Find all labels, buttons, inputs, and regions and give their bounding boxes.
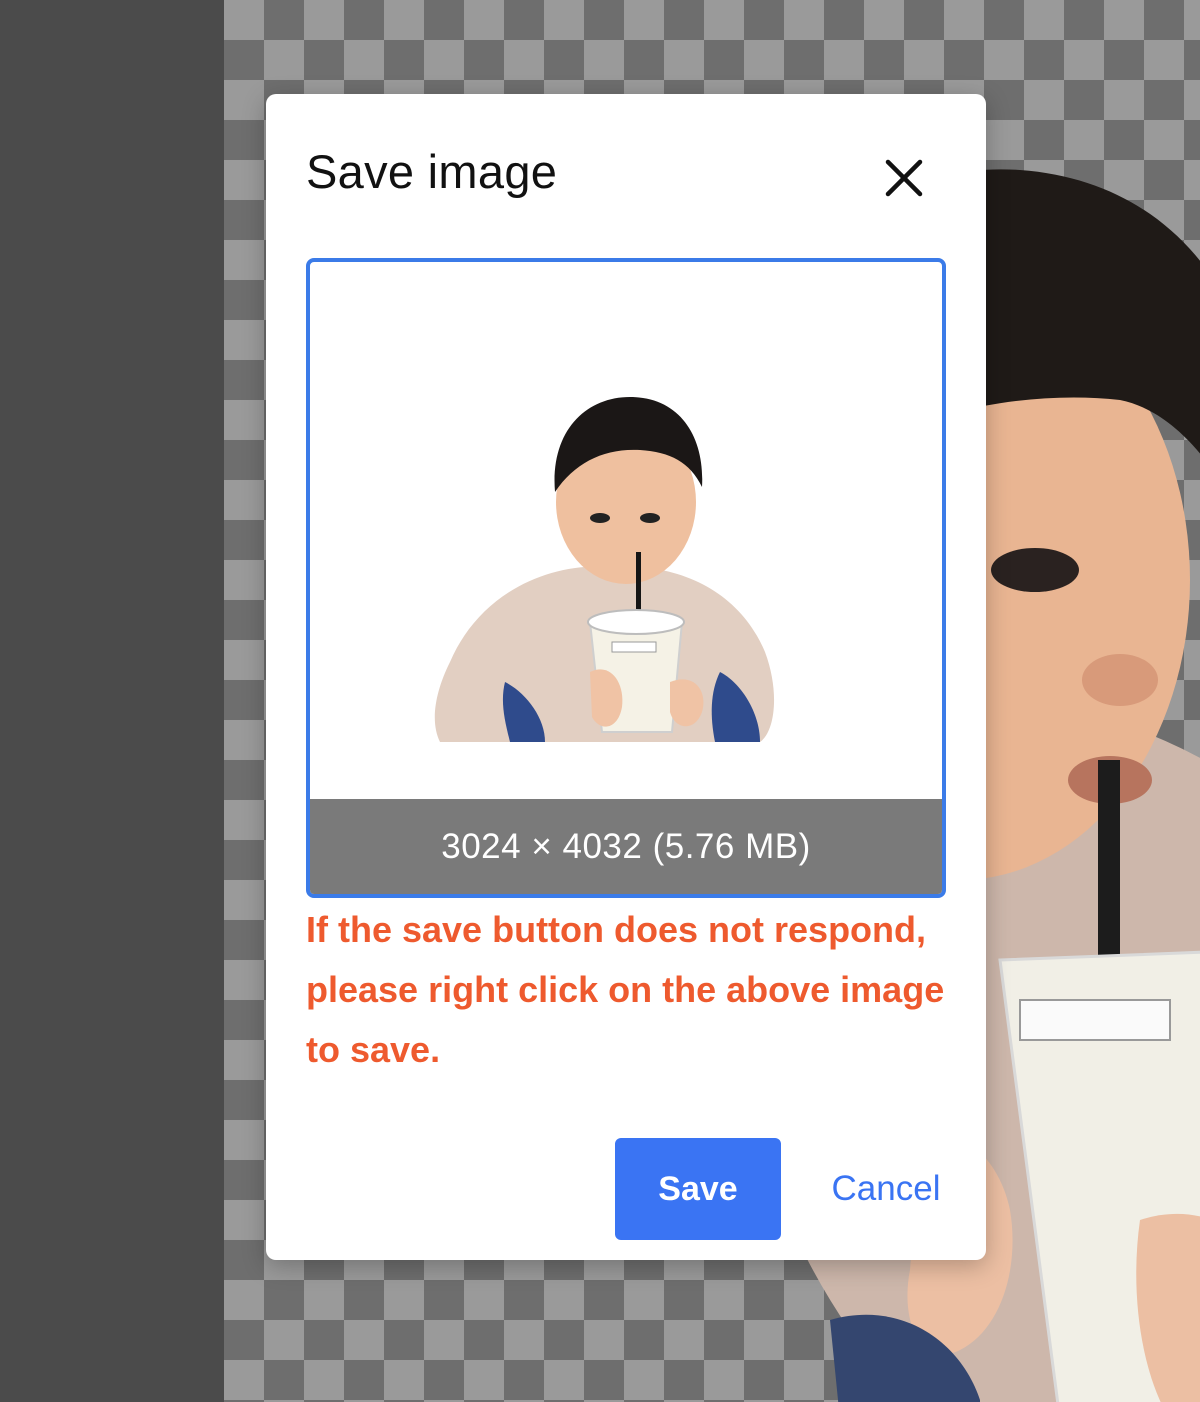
save-warning-text: If the save button does not respond, ple… [306, 909, 945, 1070]
close-icon [885, 159, 923, 197]
save-button[interactable]: Save [615, 1138, 781, 1240]
dialog-title: Save image [306, 145, 558, 198]
close-button[interactable] [880, 154, 928, 202]
image-dimensions-caption: 3024 × 4032 (5.76 MB) [310, 799, 942, 894]
image-preview[interactable]: 3024 × 4032 (5.76 MB) [306, 258, 946, 898]
cancel-button[interactable]: Cancel [826, 1138, 946, 1240]
preview-subject-image [434, 397, 775, 742]
editor-canvas: Save image 3024 × 4032 (5.76 MB) If the … [0, 0, 1200, 1402]
save-image-dialog: Save image 3024 × 4032 (5.76 MB) If the … [266, 94, 986, 1260]
